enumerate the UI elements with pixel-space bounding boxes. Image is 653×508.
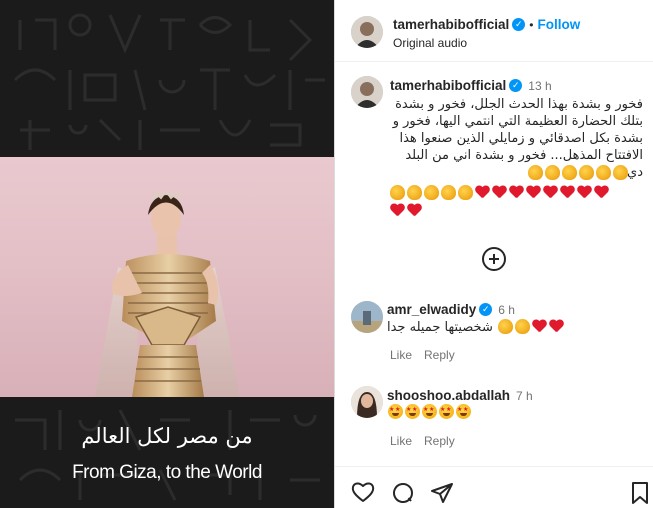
clapping-hands-emoji: [515, 319, 531, 335]
comment-timestamp[interactable]: 7 h: [516, 389, 533, 403]
caption-author-avatar[interactable]: [351, 76, 383, 108]
plus-circle-icon[interactable]: [482, 247, 506, 271]
share-icon[interactable]: [430, 481, 454, 505]
comment-meta: Like Reply: [390, 434, 467, 448]
verified-badge-icon: ✓: [512, 18, 526, 32]
clapping-hands-emoji: [579, 165, 594, 181]
post-media[interactable]: من مصر لكل العالم From Giza, to the Worl…: [0, 0, 334, 508]
performer-illustration: [95, 189, 240, 397]
red-heart-emoji: [407, 203, 422, 218]
like-comment-button[interactable]: Like: [390, 348, 412, 362]
clapping-hands-emoji: [545, 165, 560, 181]
commenter-username[interactable]: shooshoo.abdallah: [387, 388, 510, 403]
red-heart-emoji: [549, 319, 564, 334]
follow-button[interactable]: Follow: [537, 17, 580, 32]
caption-emoji-row: [389, 183, 653, 202]
action-bar: [335, 466, 653, 508]
caption-username[interactable]: tamerhabibofficial: [390, 78, 506, 93]
star-struck-emoji: [456, 404, 471, 420]
clapping-hands-emoji: [613, 165, 628, 181]
post-side-panel: tamerhabibofficial ✓ • Follow Original audi…: [334, 0, 653, 508]
caption-emoji-row: [389, 201, 653, 220]
comment-timestamp[interactable]: 6 h: [498, 303, 515, 317]
reply-button[interactable]: Reply: [424, 434, 455, 448]
comment-icon[interactable]: [391, 481, 415, 505]
verified-badge-icon: ✓: [509, 79, 523, 93]
red-heart-emoji: [577, 185, 592, 200]
clapping-hands-emoji: [407, 185, 422, 201]
author-avatar[interactable]: [351, 16, 383, 48]
red-heart-emoji: [543, 185, 558, 200]
caption-emoji-row: [387, 163, 629, 182]
like-comment-button[interactable]: Like: [390, 434, 412, 448]
star-struck-emoji: [422, 404, 437, 420]
audio-label[interactable]: Original audio: [393, 36, 467, 50]
reply-button[interactable]: Reply: [424, 348, 455, 362]
media-caption-english: From Giza, to the World: [72, 462, 262, 483]
clapping-hands-emoji: [528, 165, 543, 181]
comment-emojis: [387, 403, 472, 421]
commenter-avatar[interactable]: [351, 386, 383, 418]
comment-meta: Like Reply: [390, 348, 467, 362]
performer-photo: [0, 157, 334, 397]
comment-emojis: [497, 318, 565, 335]
caption-timestamp[interactable]: 13 h: [528, 79, 551, 93]
red-heart-emoji: [390, 203, 405, 218]
red-heart-emoji: [560, 185, 575, 200]
heart-icon[interactable]: [351, 481, 375, 503]
clapping-hands-emoji: [498, 319, 514, 335]
clapping-hands-emoji: [390, 185, 405, 201]
bookmark-icon[interactable]: [630, 481, 650, 505]
commenter-avatar[interactable]: [351, 301, 383, 333]
comment-body: شخصيتها جميله جدا: [387, 318, 565, 336]
red-heart-emoji: [492, 185, 507, 200]
verified-badge-icon: ✓: [479, 303, 493, 317]
clapping-hands-emoji: [424, 185, 439, 201]
comment-text: شخصيتها جميله جدا: [387, 320, 493, 335]
star-struck-emoji: [439, 404, 454, 420]
clapping-hands-emoji: [596, 165, 611, 181]
separator-dot: •: [529, 18, 534, 32]
commenter-username[interactable]: amr_elwadidy: [387, 302, 476, 317]
star-struck-emoji: [405, 404, 420, 420]
red-heart-emoji: [475, 185, 490, 200]
red-heart-emoji: [509, 185, 524, 200]
post-header: tamerhabibofficial ✓ • Follow Original audi…: [335, 0, 653, 62]
star-struck-emoji: [388, 404, 403, 420]
clapping-hands-emoji: [458, 185, 473, 201]
media-caption-arabic: من مصر لكل العالم: [81, 424, 253, 448]
clapping-hands-emoji: [441, 185, 456, 201]
red-heart-emoji: [594, 185, 609, 200]
author-username[interactable]: tamerhabibofficial: [393, 17, 509, 32]
red-heart-emoji: [532, 319, 547, 334]
clapping-hands-emoji: [562, 165, 577, 181]
red-heart-emoji: [526, 185, 541, 200]
